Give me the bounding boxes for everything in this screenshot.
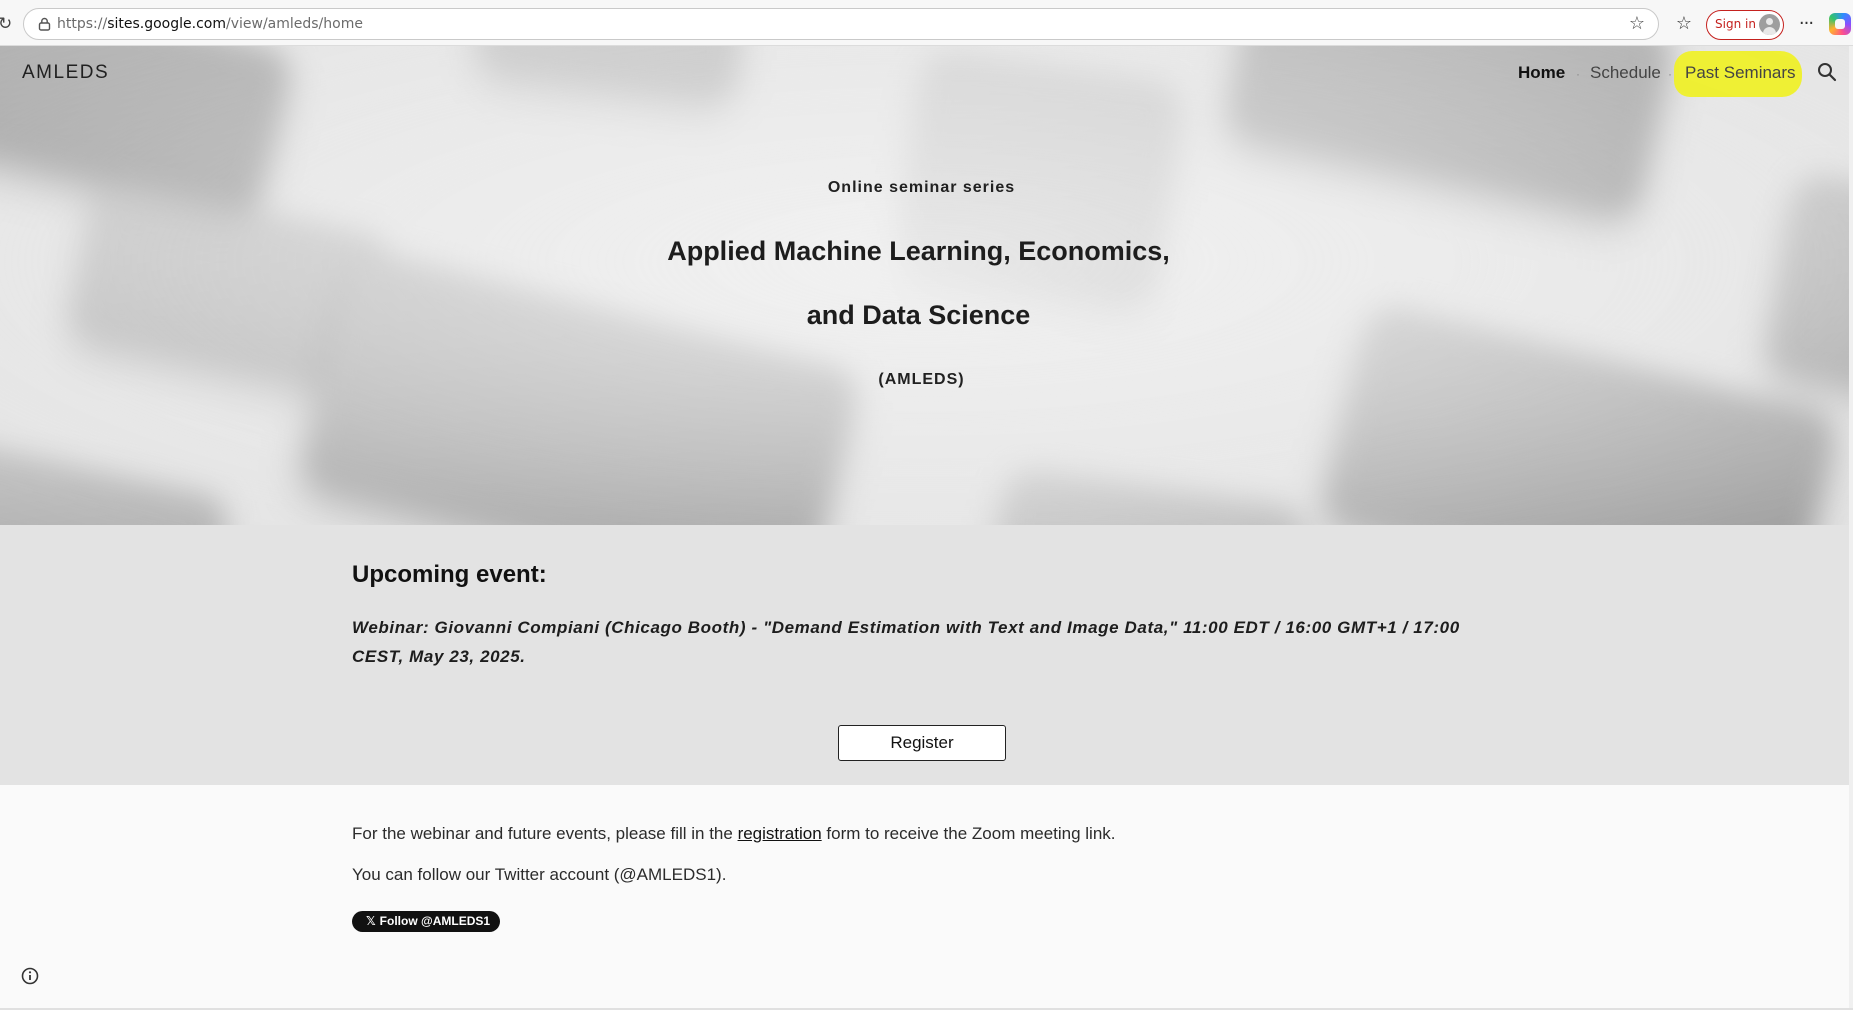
browser-toolbar: ↻ https://sites.google.com/view/amleds/h… <box>0 0 1853 46</box>
url-path: /view/amleds/home <box>225 16 363 32</box>
x-logo-icon: 𝕏 <box>366 914 376 928</box>
info-icon[interactable] <box>21 967 39 985</box>
nav-separator: · <box>1668 67 1672 81</box>
nav-item-past-seminars[interactable]: Past Seminars <box>1685 63 1796 83</box>
scrollbar[interactable] <box>1849 46 1853 1010</box>
star-icon[interactable]: ☆ <box>1626 13 1648 35</box>
address-bar[interactable]: https://sites.google.com/view/amleds/hom… <box>23 8 1659 40</box>
twitter-paragraph: You can follow our Twitter account (@AML… <box>352 865 727 884</box>
nav-item-home[interactable]: Home <box>1518 63 1565 83</box>
para1-after: form to receive the Zoom meeting link. <box>821 824 1116 843</box>
twitter-follow-button[interactable]: 𝕏 Follow @AMLEDS1 <box>352 911 500 932</box>
url-prefix: https:// <box>57 16 108 32</box>
hero-title-line2: and Data Science <box>806 300 1031 330</box>
upcoming-details: Webinar: Giovanni Compiani (Chicago Boot… <box>352 618 1460 666</box>
register-button[interactable]: Register <box>838 725 1006 761</box>
search-icon[interactable] <box>1816 61 1838 83</box>
hero-eyebrow: Online seminar series <box>827 179 1016 196</box>
hero-banner: AMLEDS Home · Schedule · Past Seminars O… <box>0 46 1853 525</box>
site-title[interactable]: AMLEDS <box>22 62 109 84</box>
avatar-icon <box>1759 14 1780 35</box>
more-icon[interactable]: ··· <box>1795 12 1817 36</box>
hero-title-line1: Applied Machine Learning, Economics, <box>667 236 1170 266</box>
url-text[interactable]: https://sites.google.com/view/amleds/hom… <box>57 9 363 39</box>
lock-icon[interactable] <box>38 17 51 31</box>
upcoming-event-section: Upcoming event: Webinar: Giovanni Compia… <box>0 525 1853 785</box>
sign-in-button[interactable]: Sign in <box>1706 10 1784 40</box>
follow-label: Follow @AMLEDS1 <box>379 914 491 928</box>
sign-in-label: Sign in <box>1715 17 1756 31</box>
copilot-icon[interactable] <box>1829 13 1851 35</box>
reload-icon[interactable]: ↻ <box>0 12 16 36</box>
favorites-icon[interactable]: ☆ <box>1672 12 1696 36</box>
hero-acronym: (AMLEDS) <box>878 371 965 388</box>
nav-item-schedule[interactable]: Schedule <box>1590 63 1661 83</box>
url-domain: sites.google.com <box>107 16 226 32</box>
registration-paragraph: For the webinar and future events, pleas… <box>352 824 1116 844</box>
registration-link[interactable]: registration <box>738 824 822 843</box>
para1-before: For the webinar and future events, pleas… <box>352 824 738 843</box>
upcoming-heading: Upcoming event: <box>352 561 547 588</box>
hero-overlay <box>0 46 1853 525</box>
nav-separator: · <box>1576 67 1580 81</box>
